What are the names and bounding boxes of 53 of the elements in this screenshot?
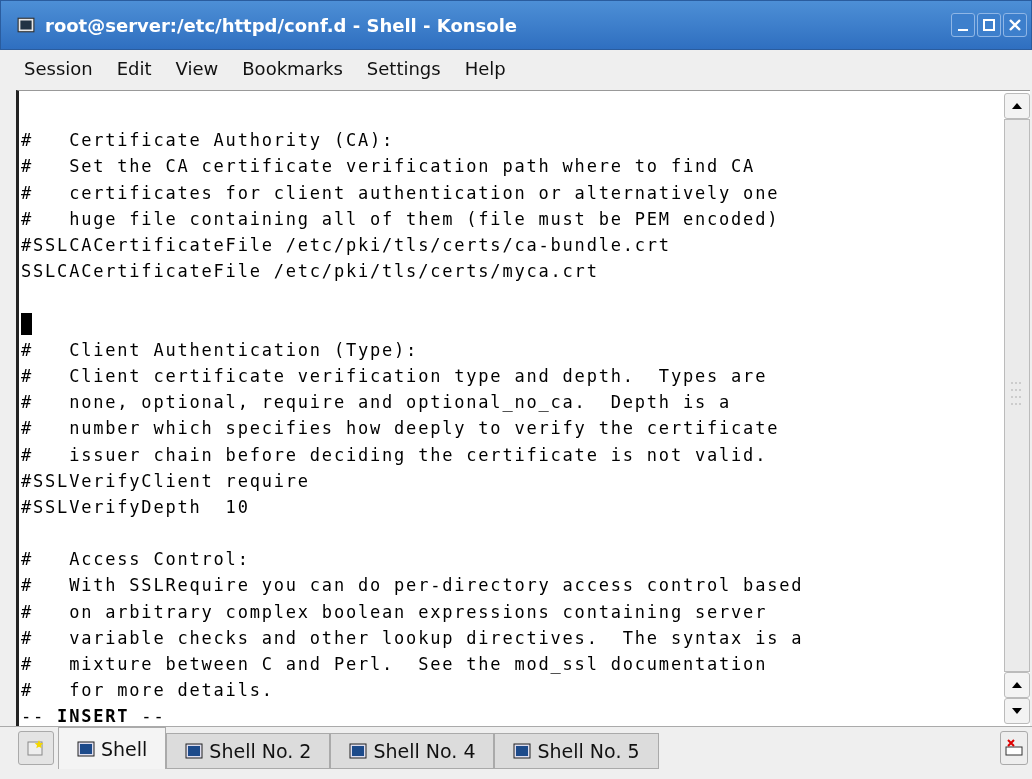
new-tab-icon <box>27 739 45 757</box>
menu-item[interactable]: Settings <box>366 57 441 79</box>
terminal-line: # mixture between C and Perl. See the mod_ssl documentation <box>21 654 768 675</box>
terminal-line: # on arbitrary complex boolean expressions containing server <box>21 601 768 622</box>
terminal-line: # Client certificate verification type and depth. Types are <box>21 365 768 386</box>
terminal-line: # huge file containing all of them (file must be PEM encoded) <box>21 208 780 229</box>
terminal-line: -- INSERT -- <box>21 706 166 726</box>
tab[interactable]: Shell No. 2 <box>166 733 331 769</box>
tab[interactable]: Shell No. 4 <box>330 733 495 769</box>
close-tab-icon <box>1004 738 1024 758</box>
terminal-line: # certificates for client authentication or alternatively one <box>21 182 780 203</box>
up-arrow-icon <box>1011 681 1023 689</box>
terminal-icon <box>77 740 95 757</box>
terminal-line: # for more details. <box>21 680 274 701</box>
menu-item[interactable]: Bookmarks <box>242 57 343 79</box>
terminal-line: # Client Authentication (Type): <box>21 339 419 360</box>
terminal-icon <box>513 743 532 759</box>
minimize-icon <box>958 29 968 31</box>
menu-item[interactable]: View <box>175 57 219 79</box>
tab[interactable]: Shell No. 5 <box>494 733 659 769</box>
menu-item[interactable]: Session <box>24 57 93 79</box>
terminal-line: SSLCACertificateFile /etc/pki/tls/certs/myca.crt <box>21 261 599 282</box>
terminal-line: # Access Control: <box>21 549 250 570</box>
maximize-button[interactable] <box>977 13 1001 37</box>
terminal-line: #SSLVerifyClient require <box>21 470 310 491</box>
terminal-line: #SSLVerifyDepth 10 <box>21 496 250 517</box>
minimize-button[interactable] <box>951 13 975 37</box>
close-tab-button[interactable] <box>1000 731 1028 765</box>
close-button[interactable] <box>1003 13 1027 37</box>
text-cursor <box>21 312 32 335</box>
terminal-line: # issuer chain before deciding the certificate is not valid. <box>21 444 768 465</box>
terminal-line: # variable checks and other lookup directives. The syntax is a <box>21 627 804 648</box>
terminal-icon <box>17 16 35 34</box>
terminal-icon <box>349 743 368 759</box>
close-icon <box>1008 18 1022 32</box>
menu-item[interactable]: Help <box>464 57 506 79</box>
menu-item[interactable]: Edit <box>116 57 152 79</box>
terminal-line: # Set the CA certificate verification path where to find CA <box>21 156 756 177</box>
terminal-line: # Certificate Authority (CA): <box>21 130 395 151</box>
up-arrow-icon <box>1011 102 1023 110</box>
down-arrow-icon <box>1011 707 1023 715</box>
terminal-icon <box>185 743 204 759</box>
scrollbar[interactable] <box>1004 91 1030 726</box>
maximize-icon <box>982 18 996 32</box>
window-title: root@server:/etc/httpd/conf.d - Shell - Konsole <box>45 14 519 36</box>
tab[interactable]: Shell <box>58 727 167 769</box>
terminal-line: # none, optional, require and optional_no_ca. Depth is a <box>21 392 732 413</box>
terminal-line: # number which specifies how deeply to verify the certificate <box>21 418 780 439</box>
scroll-down-button[interactable] <box>1004 698 1030 724</box>
scroll-up-button[interactable] <box>1004 672 1030 698</box>
terminal-line: #SSLCACertificateFile /etc/pki/tls/certs/ca-bundle.crt <box>21 235 671 256</box>
terminal-line: # With SSLRequire you can do per-directory access control based <box>21 575 804 596</box>
scroll-up-button[interactable] <box>1004 93 1030 119</box>
